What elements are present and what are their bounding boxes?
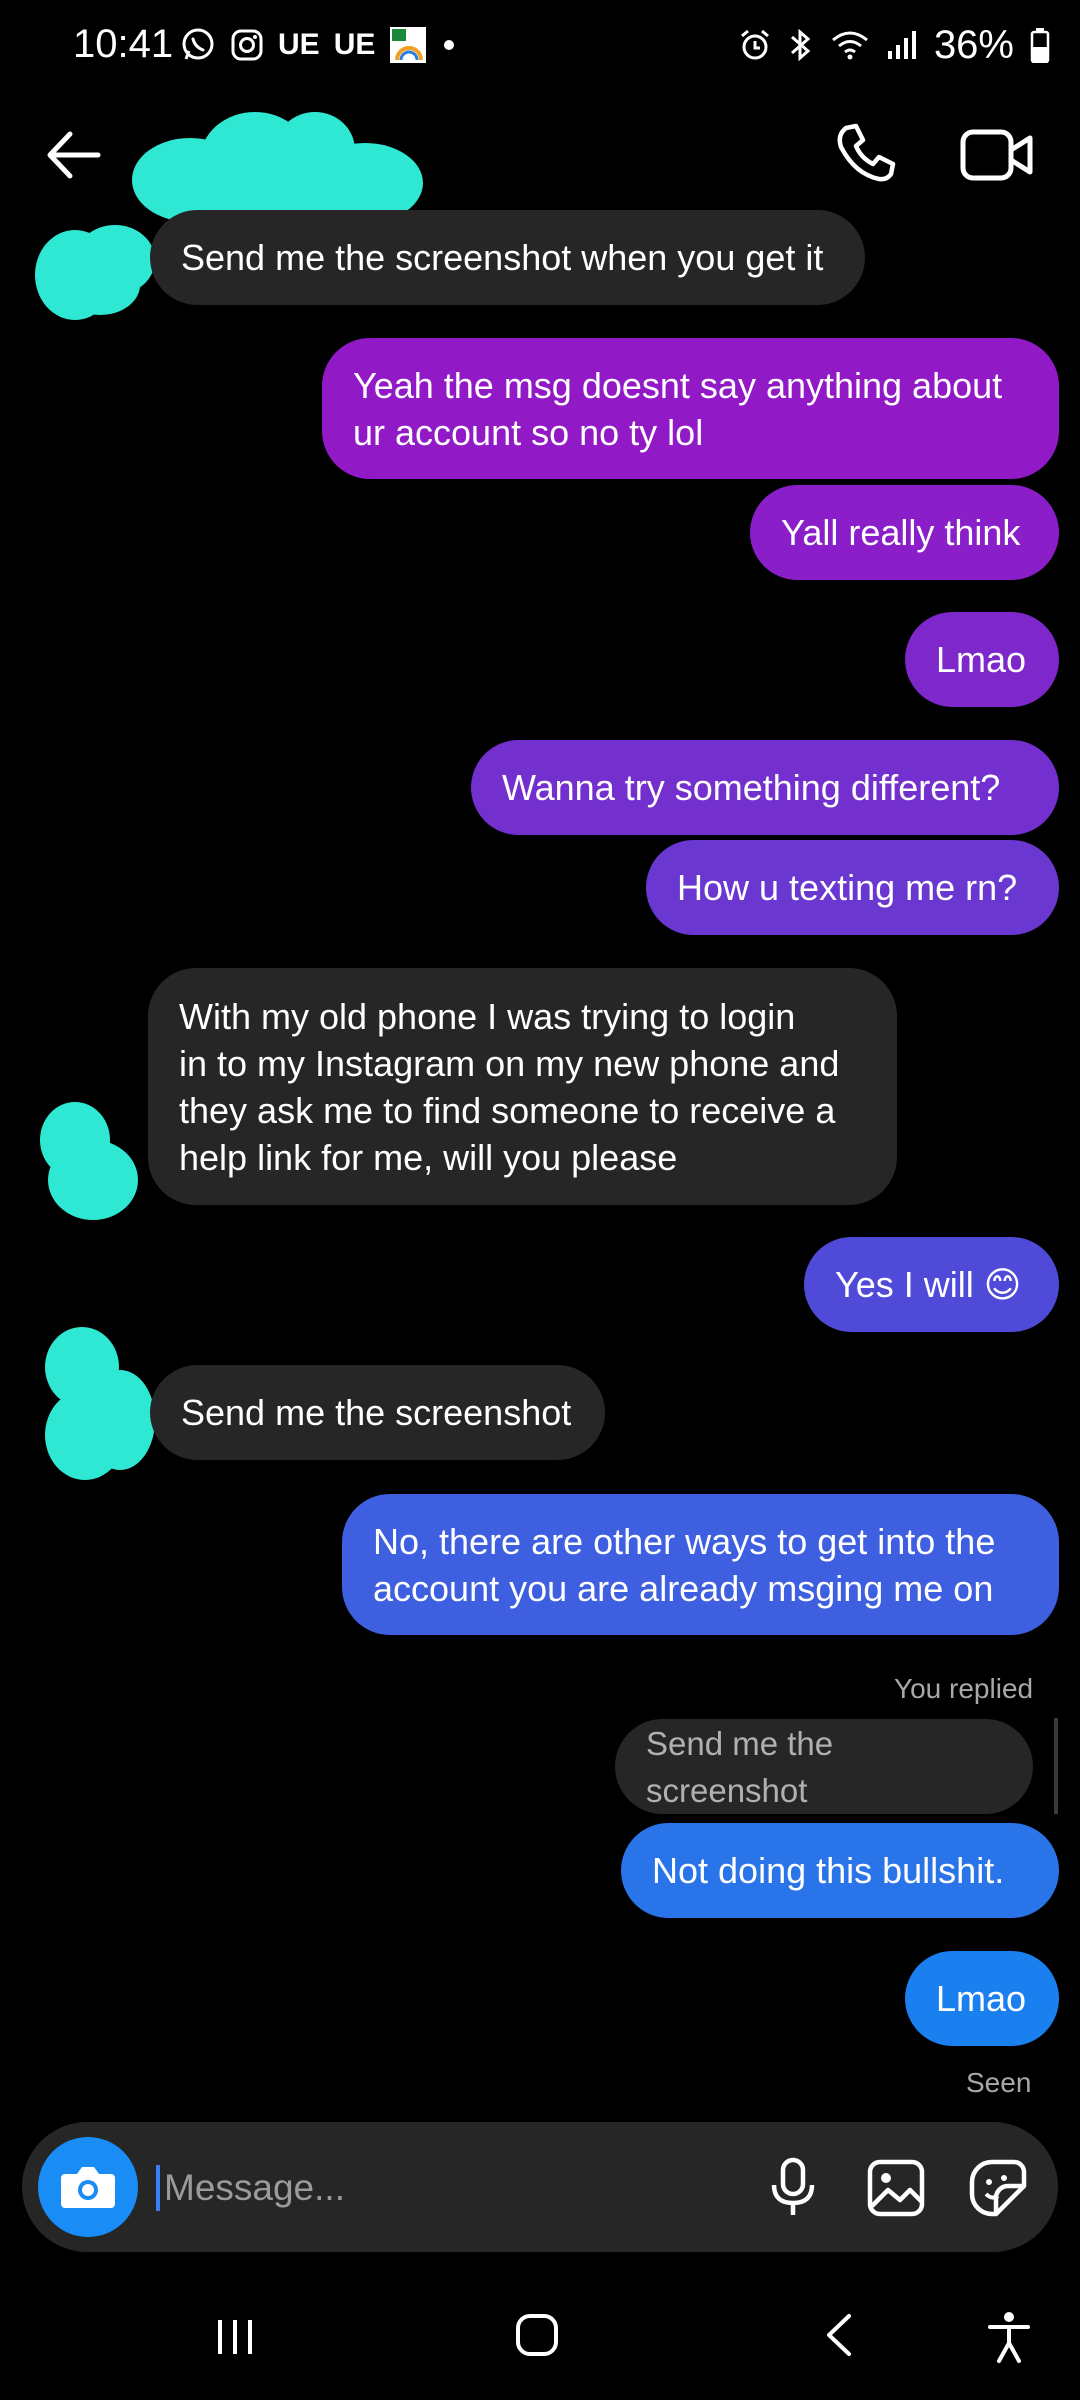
message-composer (22, 2122, 1058, 2252)
phone-icon[interactable] (830, 120, 900, 190)
message-bubble-outgoing[interactable]: Yes I will 😊 (804, 1237, 1059, 1332)
message-bubble-outgoing[interactable]: No, there are other ways to get into the… (342, 1494, 1059, 1635)
dot-icon (444, 40, 455, 50)
message-bubble-outgoing[interactable]: Yeah the msg doesnt say anything about u… (322, 338, 1059, 479)
whatsapp-icon (182, 28, 214, 60)
ue-label: UE (333, 28, 376, 61)
gallery-icon (867, 2159, 925, 2217)
message-bubble-outgoing[interactable]: Not doing this bullshit. (621, 1823, 1059, 1918)
redacted-avatar (45, 1327, 155, 1480)
message-bubble-outgoing[interactable]: Lmao (905, 1951, 1059, 2046)
notification-icons: UE UE (180, 20, 457, 70)
back-icon[interactable] (815, 2310, 865, 2360)
accessibility-icon[interactable] (984, 2310, 1034, 2364)
message-bubble-outgoing[interactable]: Lmao (905, 612, 1059, 707)
system-icons: 36% (738, 20, 1050, 70)
reply-label: You replied (894, 1673, 1034, 1704)
camera-icon (61, 2167, 115, 2208)
message-bubble-incoming[interactable]: Send me the screenshot (150, 1365, 605, 1460)
battery-percent: 36% (933, 22, 1014, 67)
sticker-button[interactable] (962, 2152, 1034, 2224)
redacted-avatar (35, 225, 155, 320)
home-icon[interactable] (512, 2310, 562, 2360)
back-arrow-icon[interactable] (40, 120, 110, 190)
redacted-contact-name[interactable] (130, 105, 430, 225)
microphone-icon (771, 2157, 815, 2215)
reply-indicator-bar (1054, 1718, 1058, 1814)
alarm-icon (740, 29, 769, 60)
gallery-button[interactable] (860, 2152, 932, 2224)
bluetooth-icon (790, 28, 811, 62)
redacted-avatar (40, 1102, 138, 1220)
camera-button[interactable] (38, 2137, 138, 2237)
quoted-reply-bubble[interactable]: Send me the screenshot (615, 1719, 1033, 1814)
message-bubble-outgoing[interactable]: Yall really think (750, 485, 1059, 580)
message-bubble-incoming[interactable]: With my old phone I was trying to login … (148, 968, 897, 1205)
message-bubble-outgoing[interactable]: How u texting me rn? (646, 840, 1059, 935)
wifi-icon (831, 31, 868, 60)
signal-icon (887, 31, 916, 59)
chat-header (0, 95, 1080, 225)
recent-apps-icon[interactable] (210, 2312, 260, 2362)
microphone-button[interactable] (757, 2152, 829, 2224)
text-caret (156, 2165, 160, 2211)
system-navigation-bar (0, 2290, 1080, 2400)
message-input[interactable] (162, 2157, 706, 2219)
battery-icon (1030, 28, 1050, 63)
instagram-icon (231, 29, 263, 61)
sticker-icon (969, 2159, 1027, 2217)
status-bar: 10:41 UE UE 36% (0, 0, 1080, 90)
message-bubble-incoming[interactable]: Send me the screenshot when you get it (150, 210, 865, 305)
seen-label: Seen (966, 2067, 1032, 2098)
video-camera-icon[interactable] (958, 120, 1036, 190)
td-app-icon (390, 27, 427, 63)
status-time: 10:41 (73, 22, 174, 66)
ue-label: UE (278, 28, 320, 61)
message-bubble-outgoing[interactable]: Wanna try something different? (471, 740, 1059, 835)
